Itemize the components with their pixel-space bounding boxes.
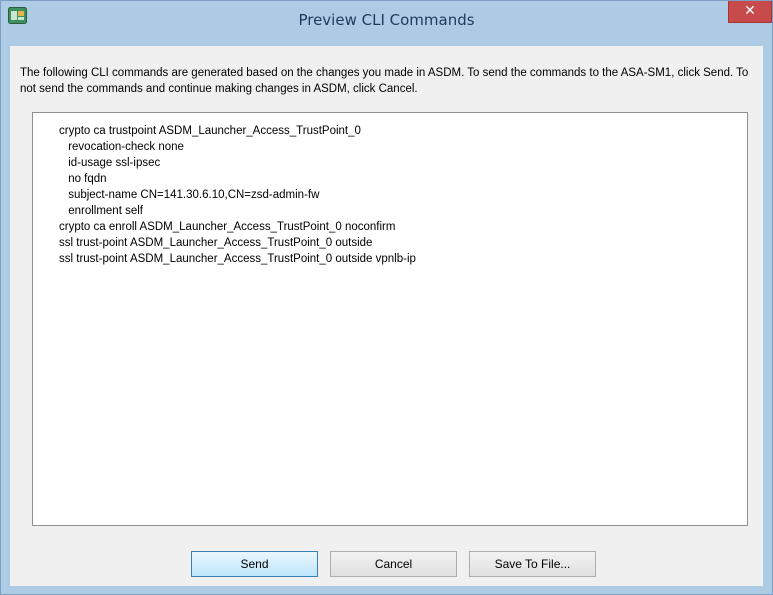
instructions-text: The following CLI commands are generated…	[20, 67, 749, 95]
command-line: subject-name CN=141.30.6.10,CN=zsd-admin…	[65, 189, 320, 201]
cli-commands-textarea[interactable]: crypto ca trustpoint ASDM_Launcher_Acces…	[32, 112, 748, 526]
command-line: revocation-check none	[65, 141, 184, 153]
command-line: id-usage ssl-ipsec	[65, 157, 161, 169]
command-line: enrollment self	[65, 205, 143, 217]
command-line: crypto ca enroll ASDM_Launcher_Access_Tr…	[59, 221, 396, 233]
cancel-button[interactable]: Cancel	[330, 551, 457, 577]
command-line: no fqdn	[65, 173, 107, 185]
save-to-file-button[interactable]: Save To File...	[469, 551, 596, 577]
window-title: Preview CLI Commands	[298, 11, 475, 29]
send-button[interactable]: Send	[191, 551, 318, 577]
close-button[interactable]: ✕	[728, 1, 772, 23]
command-line: crypto ca trustpoint ASDM_Launcher_Acces…	[59, 125, 361, 137]
title-bar[interactable]: Preview CLI Commands ✕	[1, 1, 772, 39]
dialog-body: The following CLI commands are generated…	[10, 46, 763, 586]
command-line: ssl trust-point ASDM_Launcher_Access_Tru…	[59, 253, 416, 265]
preview-cli-dialog: Preview CLI Commands ✕ The following CLI…	[0, 0, 773, 595]
close-icon: ✕	[744, 3, 756, 19]
command-line: ssl trust-point ASDM_Launcher_Access_Tru…	[59, 237, 373, 249]
